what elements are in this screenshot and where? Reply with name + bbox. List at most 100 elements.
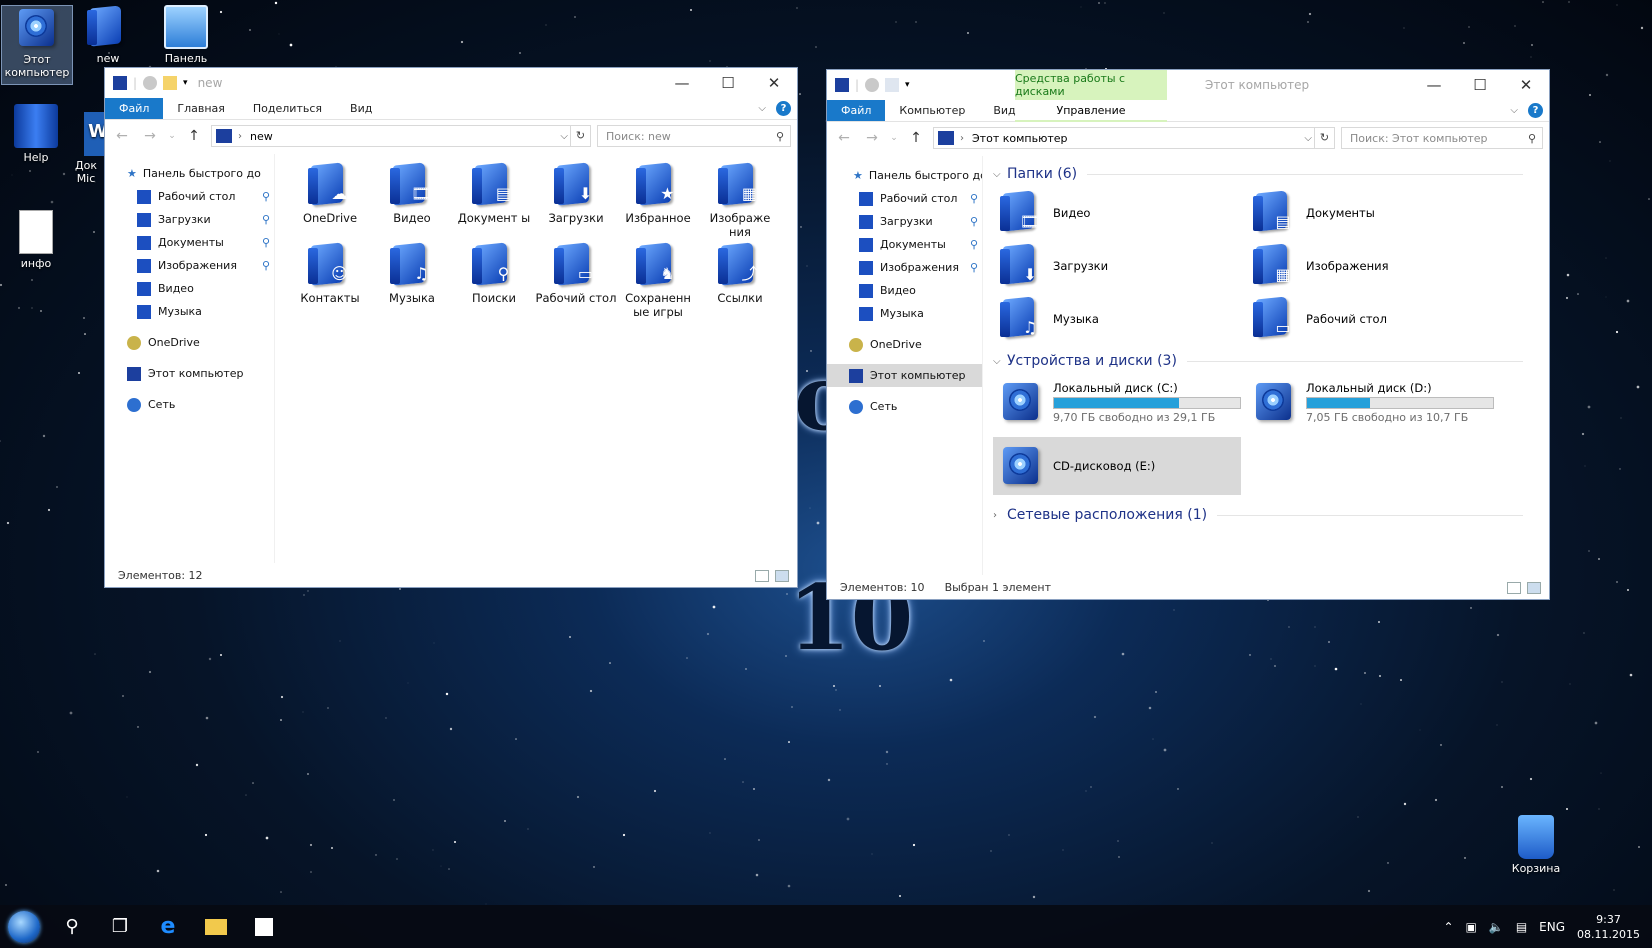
maximize-button[interactable]: ☐ — [1457, 70, 1503, 100]
explorer-window-this-pc[interactable]: | ▾ Этот компьютер — ☐ ✕ Средства работы… — [826, 69, 1550, 600]
drive-e-cd[interactable]: CD-дисковод (E:) — [993, 437, 1241, 495]
search-input[interactable]: Поиск: Этот компьютер ⚲ — [1341, 127, 1543, 149]
new-folder-icon[interactable] — [885, 78, 900, 92]
desktop-icon-new[interactable]: new — [72, 5, 144, 65]
collapse-chevron-icon[interactable]: ⌵ — [993, 356, 1007, 367]
minimize-button[interactable]: — — [659, 68, 705, 98]
tab-manage[interactable]: Управление — [1015, 100, 1167, 122]
expand-ribbon-icon[interactable]: ⌵ — [1510, 105, 1518, 116]
nav-network[interactable]: Сеть — [105, 393, 274, 416]
folder-tile[interactable]: ⬇ Загрузки — [993, 239, 1246, 292]
nav-music[interactable]: Музыка — [827, 302, 982, 325]
breadcrumb-chevron-icon[interactable]: › — [960, 133, 964, 144]
refresh-icon[interactable]: ↻ — [1314, 128, 1334, 148]
file-explorer-icon[interactable] — [192, 905, 240, 948]
refresh-icon[interactable]: ↻ — [570, 126, 590, 146]
file-item[interactable]: ♞ Сохраненн ые игры — [617, 242, 699, 322]
desktop-icon-info[interactable]: инфо — [0, 210, 72, 276]
file-item[interactable]: 🎞 Видео — [371, 162, 453, 242]
action-center-icon[interactable]: ▤ — [1516, 920, 1527, 934]
tab-file[interactable]: Файл — [827, 100, 886, 121]
file-item[interactable]: ⬇ Загрузки — [535, 162, 617, 242]
edge-browser-icon[interactable]: e — [144, 905, 192, 948]
input-language[interactable]: ENG — [1539, 920, 1565, 934]
breadcrumb-current[interactable]: new — [250, 130, 273, 143]
recent-locations-icon[interactable]: ⌄ — [167, 131, 177, 141]
nav-pictures[interactable]: Изображения ⚲ — [827, 256, 982, 279]
forward-arrow-icon[interactable]: → — [861, 130, 883, 146]
desktop-icon-this-pc[interactable]: Этот компьютер — [1, 5, 73, 85]
network-tray-icon[interactable]: ▣ — [1466, 920, 1477, 934]
nav-desktop[interactable]: Рабочий стол ⚲ — [827, 187, 982, 210]
properties-icon[interactable] — [865, 78, 880, 92]
nav-videos[interactable]: Видео — [105, 277, 274, 300]
nav-music[interactable]: Музыка — [105, 300, 274, 323]
nav-quick-access[interactable]: ★ Панель быстрого до — [105, 162, 274, 185]
file-item[interactable]: ☁ OneDrive — [289, 162, 371, 242]
forward-arrow-icon[interactable]: → — [139, 128, 161, 144]
large-icons-view-icon[interactable] — [775, 570, 789, 582]
nav-pictures[interactable]: Изображения ⚲ — [105, 254, 274, 277]
clock[interactable]: 9:37 08.11.2015 — [1577, 912, 1640, 942]
new-folder-icon[interactable] — [163, 76, 178, 90]
show-hidden-icons-icon[interactable]: ⌃ — [1443, 920, 1453, 934]
nav-desktop[interactable]: Рабочий стол ⚲ — [105, 185, 274, 208]
file-item[interactable]: ☺ Контакты — [289, 242, 371, 322]
nav-onedrive[interactable]: OneDrive — [105, 331, 274, 354]
tab-home[interactable]: Главная — [163, 98, 239, 119]
breadcrumb-chevron-icon[interactable]: › — [238, 131, 242, 142]
up-arrow-icon[interactable]: ↑ — [183, 128, 205, 144]
maximize-button[interactable]: ☐ — [705, 68, 751, 98]
back-arrow-icon[interactable]: ← — [111, 128, 133, 144]
up-arrow-icon[interactable]: ↑ — [905, 130, 927, 146]
desktop-icon-recycle-bin[interactable]: Корзина — [1500, 815, 1572, 881]
file-item[interactable]: ⤴ Ссылки — [699, 242, 781, 322]
search-input[interactable]: Поиск: new ⚲ — [597, 125, 791, 147]
minimize-button[interactable]: — — [1411, 70, 1457, 100]
tab-file[interactable]: Файл — [105, 98, 164, 119]
file-item[interactable]: ⚲ Поиски — [453, 242, 535, 322]
group-header-network[interactable]: › Сетевые расположения (1) — [993, 503, 1523, 527]
nav-network[interactable]: Сеть — [827, 395, 982, 418]
close-button[interactable]: ✕ — [751, 68, 797, 98]
details-view-icon[interactable] — [1507, 582, 1521, 594]
qat-dropdown-icon[interactable]: ▾ — [905, 80, 910, 90]
help-icon[interactable]: ? — [776, 101, 791, 116]
folder-tile[interactable]: ▦ Изображения — [1246, 239, 1499, 292]
tab-computer[interactable]: Компьютер — [885, 100, 979, 121]
folder-tile[interactable]: ▭ Рабочий стол — [1246, 292, 1499, 345]
folder-tile[interactable]: 🎞 Видео — [993, 186, 1246, 239]
search-icon[interactable]: ⚲ — [48, 905, 96, 948]
group-header-devices[interactable]: ⌵ Устройства и диски (3) — [993, 349, 1523, 373]
desktop-icon-word-doc[interactable]: W Док Mic — [68, 112, 104, 184]
title-bar[interactable]: | ▾ Этот компьютер — ☐ ✕ — [827, 70, 1549, 100]
nav-documents[interactable]: Документы ⚲ — [827, 233, 982, 256]
drive-c[interactable]: Локальный диск (C:) 9,70 ГБ свободно из … — [993, 373, 1246, 431]
nav-onedrive[interactable]: OneDrive — [827, 333, 982, 356]
nav-this-pc[interactable]: Этот компьютер — [105, 362, 274, 385]
file-item[interactable]: ▦ Изображе ния — [699, 162, 781, 242]
file-item[interactable]: ▤ Документ ы — [453, 162, 535, 242]
file-item[interactable]: ▭ Рабочий стол — [535, 242, 617, 322]
nav-downloads[interactable]: Загрузки ⚲ — [827, 210, 982, 233]
nav-quick-access[interactable]: ★ Панель быстрого дс — [827, 164, 982, 187]
folder-tile[interactable]: ▤ Документы — [1246, 186, 1499, 239]
explorer-window-new[interactable]: | ▾ new — ☐ ✕ Файл Главная Поделиться Ви… — [104, 67, 798, 588]
group-header-folders[interactable]: ⌵ Папки (6) — [993, 162, 1523, 186]
details-view-icon[interactable] — [755, 570, 769, 582]
recent-locations-icon[interactable]: ⌄ — [889, 133, 899, 143]
tiles-view-icon[interactable] — [1527, 582, 1541, 594]
desktop-icon-help[interactable]: Help — [0, 104, 72, 174]
drive-d[interactable]: Локальный диск (D:) 7,05 ГБ свободно из … — [1246, 373, 1499, 431]
volume-icon[interactable]: 🔈 — [1489, 920, 1504, 934]
nav-videos[interactable]: Видео — [827, 279, 982, 302]
properties-icon[interactable] — [143, 76, 158, 90]
address-dropdown-icon[interactable]: ⌵ — [560, 131, 568, 142]
nav-downloads[interactable]: Загрузки ⚲ — [105, 208, 274, 231]
help-icon[interactable]: ? — [1528, 103, 1543, 118]
collapse-chevron-icon[interactable]: ⌵ — [993, 169, 1007, 180]
breadcrumb-current[interactable]: Этот компьютер — [972, 132, 1068, 145]
folder-tile[interactable]: ♫ Музыка — [993, 292, 1246, 345]
tab-view[interactable]: Вид — [336, 98, 386, 119]
address-bar[interactable]: › Этот компьютер ⌵ ↻ — [933, 127, 1335, 149]
